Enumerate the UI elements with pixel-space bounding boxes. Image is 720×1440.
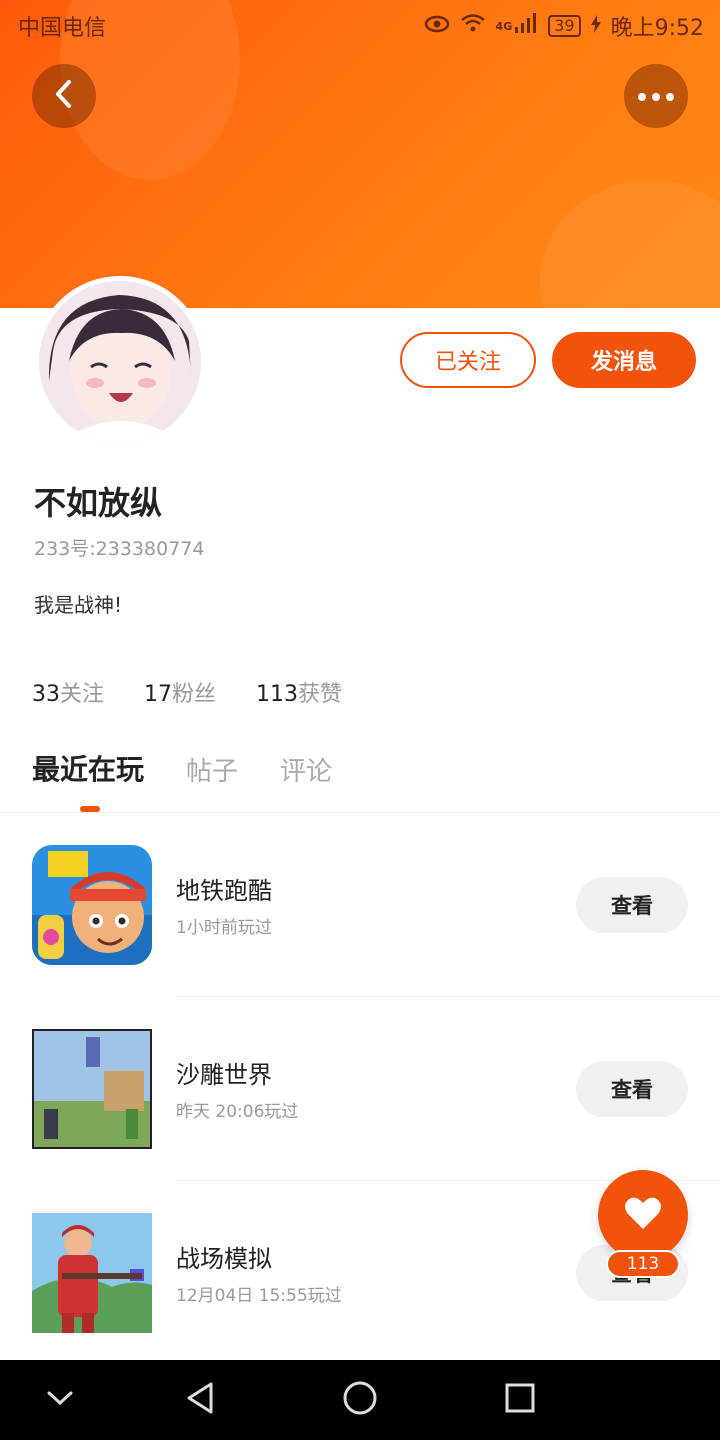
charging-icon (590, 14, 601, 39)
status-bar: 中国电信 4G 39 晚上9:52 (0, 0, 720, 48)
stat-label: 获赞 (298, 682, 343, 707)
tab-comments[interactable]: 评论 (280, 751, 332, 788)
chevron-left-icon (52, 78, 76, 114)
nav-back-button[interactable] (180, 1380, 220, 1420)
send-message-button[interactable]: 发消息 (552, 332, 696, 388)
banner-decoration (540, 180, 720, 308)
system-nav-bar (0, 1360, 720, 1440)
stat-value: 17 (144, 682, 173, 707)
wifi-icon (460, 13, 486, 39)
more-button[interactable] (624, 64, 688, 128)
clock: 晚上9:52 (610, 16, 704, 41)
stat-value: 113 (256, 682, 299, 707)
profile-stats: 33关注 17粉丝 113获赞 (32, 676, 342, 708)
signal-icon (514, 13, 538, 39)
game-icon-battlefield-sim (32, 1213, 152, 1333)
followed-button[interactable]: 已关注 (400, 332, 536, 388)
stat-following[interactable]: 33关注 (32, 676, 104, 708)
network-type: 4G (495, 19, 513, 33)
username: 不如放纵 (34, 484, 163, 522)
like-button[interactable] (598, 1170, 688, 1260)
like-count-badge: 113 (606, 1250, 680, 1278)
game-name: 沙雕世界 (176, 1061, 272, 1089)
last-played-time: 1小时前玩过 (176, 918, 272, 938)
last-played-time: 昨天 20:06玩过 (176, 1102, 299, 1122)
user-bio: 我是战神! (34, 593, 123, 617)
stat-likes[interactable]: 113获赞 (256, 676, 342, 708)
back-triangle-icon (185, 1381, 215, 1419)
list-item[interactable]: 地铁跑酷 1小时前玩过 查看 (0, 813, 720, 997)
more-dots-icon (636, 87, 676, 106)
user-id: 233号:233380774 (34, 538, 205, 560)
stat-label: 关注 (60, 682, 105, 707)
avatar[interactable] (34, 276, 206, 448)
nav-collapse-button[interactable] (40, 1380, 80, 1420)
carrier-name: 中国电信 (18, 16, 107, 41)
home-circle-icon (342, 1380, 378, 1420)
game-name: 地铁跑酷 (176, 877, 272, 905)
tab-recent-played[interactable]: 最近在玩 (32, 748, 144, 788)
heart-icon (624, 1196, 662, 1234)
stat-followers[interactable]: 17粉丝 (144, 676, 216, 708)
view-button[interactable]: 查看 (576, 877, 688, 933)
game-icon-dude-theft-wars (32, 1029, 152, 1149)
tab-posts[interactable]: 帖子 (186, 751, 238, 788)
battery-level: 39 (548, 15, 581, 37)
view-button[interactable]: 查看 (576, 1061, 688, 1117)
chevron-down-icon (46, 1390, 74, 1410)
game-icon-subway (32, 845, 152, 965)
nav-home-button[interactable] (340, 1380, 380, 1420)
last-played-time: 12月04日 15:55玩过 (176, 1286, 342, 1306)
eye-icon (424, 14, 450, 39)
status-indicators: 4G 39 晚上9:52 (424, 10, 704, 42)
back-button[interactable] (32, 64, 96, 128)
recents-square-icon (504, 1382, 536, 1418)
nav-recents-button[interactable] (500, 1380, 540, 1420)
stat-label: 粉丝 (172, 682, 217, 707)
list-item[interactable]: 沙雕世界 昨天 20:06玩过 查看 (0, 997, 720, 1181)
profile-tabs: 最近在玩 帖子 评论 (32, 748, 332, 788)
game-name: 战场模拟 (176, 1245, 272, 1273)
stat-value: 33 (32, 682, 60, 707)
